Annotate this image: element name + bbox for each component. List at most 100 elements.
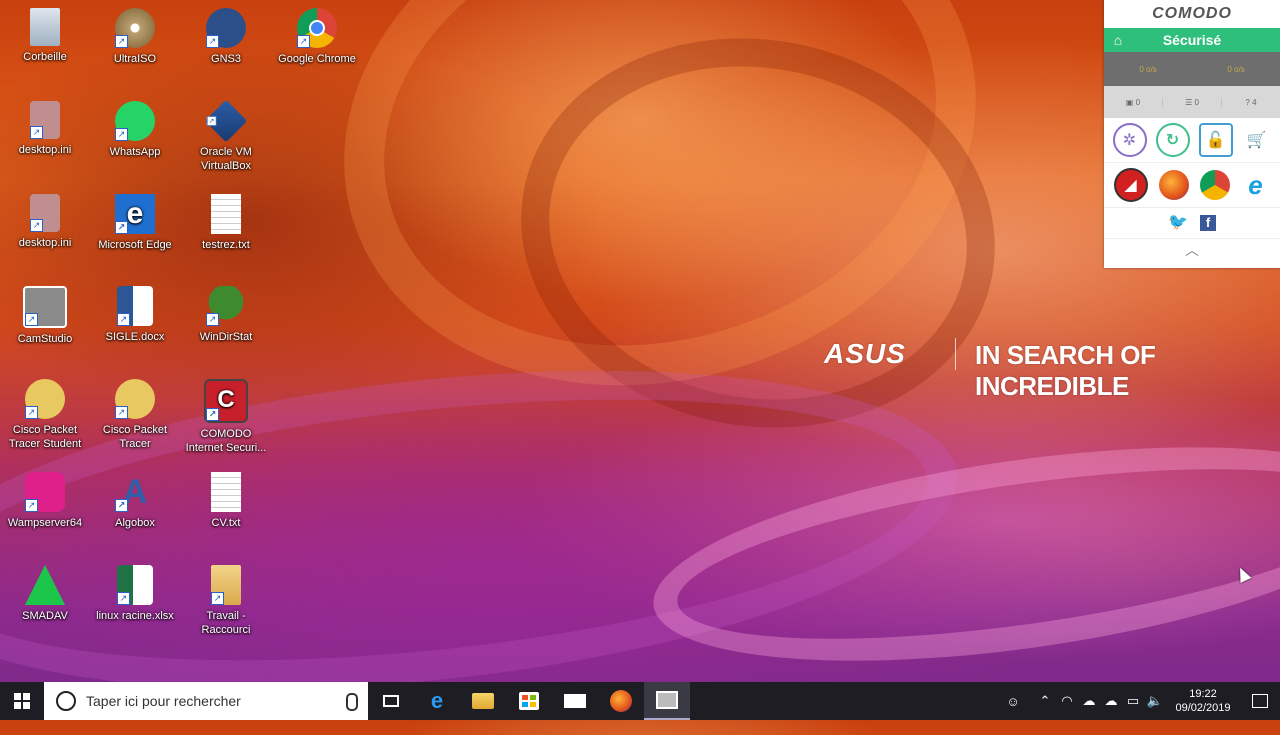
chrome-icon: ↗: [297, 8, 337, 48]
settings-file-icon: ↗: [30, 101, 60, 139]
counter-tasks[interactable]: ☰ 0: [1163, 97, 1222, 107]
home-icon[interactable]: ⌂: [1110, 32, 1126, 48]
microphone-icon[interactable]: [346, 693, 358, 711]
update-icon[interactable]: ↻: [1155, 123, 1190, 157]
desktop-icon-travail-raccourci[interactable]: ↗ Travail - Raccourci: [181, 565, 271, 637]
desktop-icon-chrome[interactable]: ↗ Google Chrome: [272, 8, 362, 66]
wamp-icon: ↗: [25, 472, 65, 512]
desktop-icon-wampserver64[interactable]: ↗ Wampserver64: [0, 472, 90, 530]
algobox-icon: A ↗: [115, 472, 155, 512]
task-view-icon: [383, 695, 399, 707]
gns3-icon: ↗: [206, 8, 246, 48]
asus-logo: ASUS: [824, 338, 906, 369]
cortana-icon: [56, 691, 76, 711]
desktop-icon-corbeille[interactable]: Corbeille: [0, 8, 90, 64]
desktop-icon-ultraiso[interactable]: ↗ UltraISO: [90, 8, 180, 66]
cloud-icon[interactable]: ☁: [1100, 693, 1122, 709]
packet-tracer-icon: ↗: [25, 379, 65, 419]
desktop-icon-testrez-txt[interactable]: testrez.txt: [181, 194, 271, 252]
disc-icon: ↗: [115, 8, 155, 48]
taskbar-mail[interactable]: [552, 682, 598, 720]
taskbar-store[interactable]: [506, 682, 552, 720]
taskbar-clock[interactable]: 19:22 09/02/2019: [1172, 687, 1234, 715]
whatsapp-icon: ↗: [115, 101, 155, 141]
desktop-icon-packet-tracer-student[interactable]: ↗ Cisco Packet Tracer Student: [0, 379, 90, 451]
chevron-up-icon[interactable]: ⌃: [1034, 693, 1056, 709]
onedrive-icon[interactable]: ☁: [1078, 693, 1100, 709]
battery-icon[interactable]: ▭: [1122, 693, 1144, 709]
desktop-icon-algobox[interactable]: A ↗ Algobox: [90, 472, 180, 530]
secure-lock-icon[interactable]: 🔓: [1198, 123, 1233, 157]
system-tray: ☺ ⌃ ◠ ☁ ☁ ▭ 🔈 19:22 09/02/2019: [1002, 682, 1280, 720]
desktop-icon-gns3[interactable]: ↗ GNS3: [181, 8, 271, 66]
chrome-icon[interactable]: [1199, 170, 1230, 200]
comodo-tools-row: ✲ ↻ 🔓 🛒: [1104, 118, 1280, 163]
desktop-icon-packet-tracer[interactable]: ↗ Cisco Packet Tracer: [90, 379, 180, 451]
desktop-icon-edge[interactable]: e ↗ Microsoft Edge: [90, 194, 180, 252]
taskbar-edge[interactable]: e: [414, 682, 460, 720]
speed-up: 0 o/s: [1227, 64, 1245, 74]
camera-icon: ↗: [23, 286, 67, 328]
desktop-icon-camstudio[interactable]: ↗ CamStudio: [0, 286, 90, 346]
wallpaper-swirl: [640, 408, 1280, 700]
asus-slogan: IN SEARCH OF INCREDIBLE: [975, 340, 1156, 401]
volume-icon[interactable]: 🔈: [1144, 693, 1166, 709]
word-icon: ↗: [117, 286, 153, 326]
comodo-counters: ▣ 0 ☰ 0 ? 4: [1104, 86, 1280, 118]
windows-logo-icon: [14, 693, 30, 709]
firefox-icon[interactable]: [1158, 170, 1189, 200]
desktop-icon-smadav[interactable]: SMADAV: [0, 565, 90, 623]
comodo-icon: C ↗: [204, 379, 248, 423]
desktop-icon-linux-racine-xlsx[interactable]: ↗ linux racine.xlsx: [90, 565, 180, 623]
text-file-icon: [211, 472, 241, 512]
internet-explorer-icon[interactable]: e: [1241, 170, 1271, 200]
comodo-social-row: 🐦 f: [1104, 208, 1280, 239]
desktop-icon-virtualbox[interactable]: ↗ Oracle VM VirtualBox: [181, 99, 271, 173]
recycle-bin-icon: [30, 8, 60, 46]
people-icon[interactable]: ☺: [1002, 694, 1024, 709]
shopping-cart-icon[interactable]: 🛒: [1242, 125, 1272, 155]
taskbar-camstudio[interactable]: [644, 682, 690, 720]
text-file-icon: [211, 194, 241, 234]
desktop-icon-desktop-ini-2[interactable]: ↗ desktop.ini: [0, 194, 90, 250]
speed-down: 0 o/s: [1139, 64, 1157, 74]
desktop-icon-sigle-docx[interactable]: ↗ SIGLE.docx: [90, 286, 180, 344]
sandbox-icon: ▣: [1125, 97, 1134, 107]
excel-icon: ↗: [117, 565, 153, 605]
wallpaper-swirl: [286, 0, 1034, 455]
wallpaper-swirl: [490, 1, 1026, 465]
list-icon: ☰: [1185, 97, 1193, 107]
edge-icon: e: [430, 688, 444, 713]
taskbar-file-explorer[interactable]: [460, 682, 506, 720]
comodo-status-bar[interactable]: ⌂ Sécurisé: [1104, 28, 1280, 52]
wallpaper-divider: [955, 338, 956, 370]
store-icon: [519, 692, 539, 710]
start-button[interactable]: [0, 682, 44, 720]
comodo-widget[interactable]: COMODO ⌂ Sécurisé 0 o/s 0 o/s ▣ 0 ☰ 0 ? …: [1104, 0, 1280, 268]
action-center-button[interactable]: [1240, 682, 1280, 720]
desktop-icon-cv-txt[interactable]: CV.txt: [181, 472, 271, 530]
virtualbox-icon: ↗: [204, 99, 248, 143]
smadav-icon: [25, 565, 65, 605]
taskbar-firefox[interactable]: [598, 682, 644, 720]
comodo-status-text: Sécurisé: [1162, 32, 1222, 48]
counter-sandbox[interactable]: ▣ 0: [1104, 97, 1163, 107]
comodo-dragon-icon[interactable]: ◢: [1113, 168, 1148, 202]
task-view-button[interactable]: [368, 682, 414, 720]
wifi-icon[interactable]: ◠: [1056, 693, 1078, 709]
virus-scan-icon[interactable]: ✲: [1112, 123, 1147, 157]
notification-icon: [1252, 694, 1268, 708]
chevron-up-icon[interactable]: ︿: [1104, 239, 1280, 261]
desktop-icon-windirstat[interactable]: ↗ WinDirStat: [181, 286, 271, 344]
facebook-icon[interactable]: f: [1200, 215, 1216, 231]
clock-date: 09/02/2019: [1175, 702, 1231, 714]
desktop-icon-whatsapp[interactable]: ↗ WhatsApp: [90, 101, 180, 159]
mail-icon: [564, 694, 586, 708]
comodo-brand: COMODO: [1152, 5, 1232, 22]
desktop-icon-comodo[interactable]: C ↗ COMODO Internet Securi...: [181, 379, 271, 455]
counter-unknown[interactable]: ? 4: [1222, 98, 1280, 107]
taskbar-search[interactable]: Taper ici pour rechercher: [44, 682, 368, 720]
taskbar: Taper ici pour rechercher e ☺ ⌃ ◠ ☁ ☁ ▭ …: [0, 682, 1280, 720]
twitter-icon[interactable]: 🐦: [1168, 215, 1188, 231]
desktop-icon-desktop-ini-1[interactable]: ↗ desktop.ini: [0, 101, 90, 157]
